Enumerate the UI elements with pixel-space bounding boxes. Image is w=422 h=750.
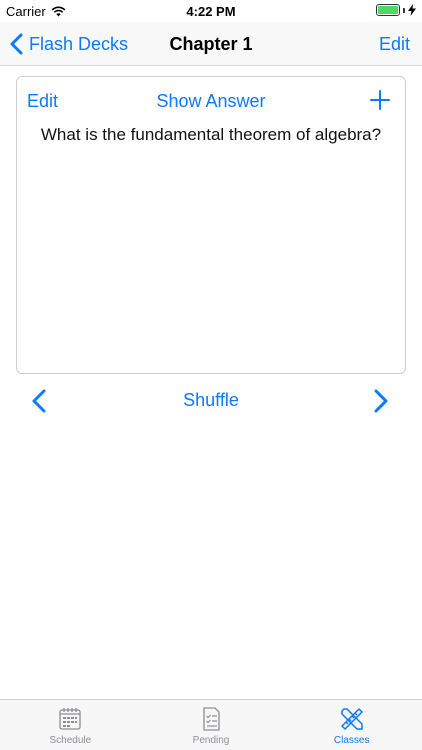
card-controls: Shuffle: [0, 384, 422, 418]
battery-icon: [376, 4, 400, 16]
edit-deck-button[interactable]: Edit: [379, 22, 410, 66]
checklist-icon: [203, 707, 220, 731]
tab-schedule[interactable]: Schedule: [0, 700, 141, 750]
tab-pending[interactable]: Pending: [141, 700, 282, 750]
battery-cap: [403, 7, 405, 13]
tab-pending-label: Pending: [192, 735, 230, 746]
calendar-icon: [59, 708, 81, 730]
tab-bar: Schedule Pending Classes: [0, 699, 422, 750]
chevron-left-icon: [10, 33, 23, 55]
edit-card-button[interactable]: Edit: [27, 91, 58, 112]
tab-schedule-label: Schedule: [49, 735, 92, 746]
back-button-label: Flash Decks: [29, 33, 129, 54]
show-answer-row: Show Answer: [17, 91, 405, 112]
next-card-icon[interactable]: [370, 388, 392, 414]
add-card-icon[interactable]: [369, 89, 391, 111]
pencil-ruler-icon: [340, 708, 363, 730]
show-answer-button[interactable]: Show Answer: [156, 91, 265, 111]
status-bar: Carrier 4:22 PM: [0, 0, 422, 22]
charging-bolt-icon: [408, 4, 416, 16]
card-question: What is the fundamental theorem of algeb…: [40, 125, 382, 144]
shuffle-button[interactable]: Shuffle: [183, 390, 239, 410]
tab-classes[interactable]: Classes: [281, 700, 422, 750]
status-time: 4:22 PM: [186, 4, 236, 19]
shuffle-row: Shuffle: [0, 390, 422, 411]
back-button[interactable]: Flash Decks: [10, 22, 128, 66]
flash-card: Edit Show Answer What is the fundamental…: [16, 76, 406, 374]
previous-card-icon[interactable]: [28, 388, 50, 414]
status-right: [376, 4, 416, 16]
tab-classes-label: Classes: [333, 735, 370, 746]
navigation-bar: Flash Decks Chapter 1 Edit: [0, 22, 422, 66]
